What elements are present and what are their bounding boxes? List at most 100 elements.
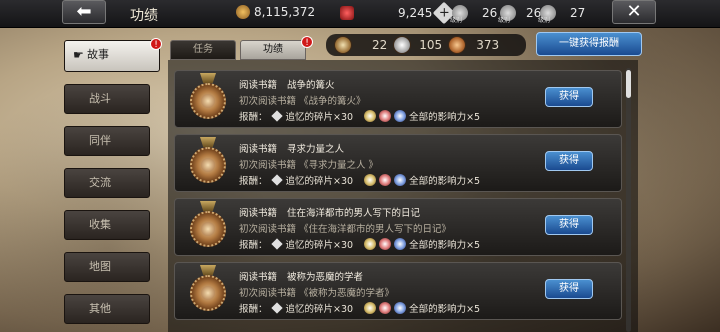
reward-influence: 全部的影响力×5 [409, 176, 481, 187]
bronze-medal-count: 373 [476, 38, 500, 52]
silver-medal-icon [393, 36, 412, 54]
list-scrollbar[interactable] [626, 68, 631, 332]
gold-emblem-icon [364, 302, 377, 314]
top-bar: ⬅ 功绩 8,115,372 9,245 + 级别 26 级别 26 级别 27… [0, 0, 720, 28]
notification-badge: ! [150, 38, 162, 50]
tab-achievements[interactable]: 功绩 [240, 40, 306, 60]
achievement-reward: 报酬： 追忆的碎片×30 全部的影响力×5 [239, 109, 480, 123]
tab-quests[interactable]: 任务 [170, 40, 236, 60]
rank-value: 26 [482, 6, 498, 20]
list-item: 阅读书籍 寻求力量之人 初次阅读书籍 《寻求力量之人 》 报酬： 追忆的碎片×30… [174, 134, 622, 192]
list-item: 阅读书籍 战争的篝火 初次阅读书籍 《战争的篝火》 报酬： 追忆的碎片×30 全部… [174, 70, 622, 128]
sidebar-item-other[interactable]: 其他 [64, 294, 150, 324]
shard-icon [270, 110, 283, 122]
medal-icon [189, 265, 227, 313]
sidebar-item-map[interactable]: 地图 [64, 252, 150, 282]
sidebar-item-social[interactable]: 交流 [64, 168, 150, 198]
blue-emblem-icon [394, 174, 407, 186]
close-button[interactable]: ✕ [612, 0, 656, 24]
gold-emblem-icon [364, 110, 377, 122]
achievement-reward: 报酬： 追忆的碎片×30 全部的影响力×5 [239, 173, 480, 187]
achievement-desc: 初次阅读书籍 《被称为恶魔的学者》 [239, 288, 395, 299]
achievement-category: 阅读书籍 [239, 208, 278, 219]
notification-badge: ! [301, 36, 313, 48]
gold-emblem-icon [364, 174, 377, 186]
list-item: 阅读书籍 被称为恶魔的学者 初次阅读书籍 《被称为恶魔的学者》 报酬： 追忆的碎片… [174, 262, 622, 320]
claim-button[interactable]: 获得 [545, 215, 593, 235]
blue-emblem-icon [394, 302, 407, 314]
gem-display: 9,245 + [340, 1, 456, 25]
achievement-category: 阅读书籍 [239, 144, 278, 155]
shard-icon [270, 238, 283, 250]
reward-label: 报酬： [239, 112, 268, 123]
medal-summary: 22 105 373 [326, 34, 526, 56]
shard-icon [270, 302, 283, 314]
shard-icon [270, 174, 283, 186]
reward-influence: 全部的影响力×5 [409, 304, 481, 315]
achievement-name: 战争的篝火 [287, 80, 335, 91]
gold-value: 8,115,372 [254, 5, 316, 19]
rank-medal-icon: 级别 [450, 5, 468, 24]
pointing-hand-icon: ☛ [73, 48, 84, 62]
reward-influence: 全部的影响力×5 [409, 112, 481, 123]
gold-emblem-icon [364, 238, 377, 250]
medal-icon [189, 137, 227, 185]
reward-item: 追忆的碎片×30 [285, 112, 354, 123]
coin-icon [236, 5, 250, 19]
achievement-reward: 报酬： 追忆的碎片×30 全部的影响力×5 [239, 301, 480, 315]
rank-display-1: 级别 26 [450, 5, 498, 24]
sidebar-item-companion[interactable]: 同伴 [64, 126, 150, 156]
medal-icon [189, 73, 227, 121]
achievement-desc: 初次阅读书籍 《寻求力量之人 》 [239, 160, 379, 171]
achievement-reward: 报酬： 追忆的碎片×30 全部的影响力×5 [239, 237, 480, 251]
sidebar-item-battle[interactable]: 战斗 [64, 84, 150, 114]
achievement-name: 被称为恶魔的学者 [287, 272, 364, 283]
blue-emblem-icon [394, 110, 407, 122]
claim-button[interactable]: 获得 [545, 87, 593, 107]
achievement-category: 阅读书籍 [239, 272, 278, 283]
silver-medal-count: 105 [419, 38, 443, 52]
rank-display-3: 级别 27 [538, 5, 586, 24]
achievement-desc: 初次阅读书籍 《住在海洋都市的男人写下的日记》 [239, 224, 452, 235]
achievement-name: 寻求力量之人 [287, 144, 345, 155]
red-emblem-icon [379, 110, 392, 122]
reward-label: 报酬： [239, 240, 268, 251]
reward-item: 追忆的碎片×30 [285, 304, 354, 315]
scroll-thumb[interactable] [626, 70, 631, 98]
reward-item: 追忆的碎片×30 [285, 240, 354, 251]
claim-button[interactable]: 获得 [545, 151, 593, 171]
sidebar-item-label: 战斗 [89, 92, 111, 105]
red-emblem-icon [379, 238, 392, 250]
page-title: 功绩 [130, 8, 158, 24]
reward-influence: 全部的影响力×5 [409, 240, 481, 251]
gold-display: 8,115,372 [236, 5, 315, 19]
reward-item: 追忆的碎片×30 [285, 176, 354, 187]
medal-icon [189, 201, 227, 249]
gem-value: 9,245 [398, 6, 433, 20]
gold-medal-icon [334, 36, 352, 54]
sidebar-item-label: 其他 [89, 302, 111, 315]
sidebar-item-collection[interactable]: 收集 [64, 210, 150, 240]
reward-label: 报酬： [239, 176, 268, 187]
list-item: 阅读书籍 住在海洋都市的男人写下的日记 初次阅读书籍 《住在海洋都市的男人写下的日… [174, 198, 622, 256]
sidebar-item-label: 同伴 [89, 134, 111, 147]
rank-medal-icon: 级别 [538, 5, 556, 24]
claim-button[interactable]: 获得 [545, 279, 593, 299]
sidebar-item-label: 故事 [87, 48, 109, 61]
rank-value: 27 [570, 6, 586, 20]
claim-all-button[interactable]: 一键获得报酬 [536, 32, 642, 56]
sidebar-item-story[interactable]: ☛ 故事 [64, 40, 160, 72]
sidebar-item-label: 交流 [89, 176, 111, 189]
achievement-desc: 初次阅读书籍 《战争的篝火》 [239, 96, 366, 107]
blue-emblem-icon [394, 238, 407, 250]
reward-label: 报酬： [239, 304, 268, 315]
achievement-category: 阅读书籍 [239, 80, 278, 91]
sidebar-item-label: 收集 [89, 218, 111, 231]
red-emblem-icon [379, 302, 392, 314]
rank-display-2: 级别 26 [498, 5, 541, 24]
back-button[interactable]: ⬅ [62, 0, 106, 24]
red-emblem-icon [379, 174, 392, 186]
gold-medal-count: 22 [372, 38, 388, 52]
gem-icon [340, 6, 354, 20]
achievement-name: 住在海洋都市的男人写下的日记 [287, 208, 421, 219]
